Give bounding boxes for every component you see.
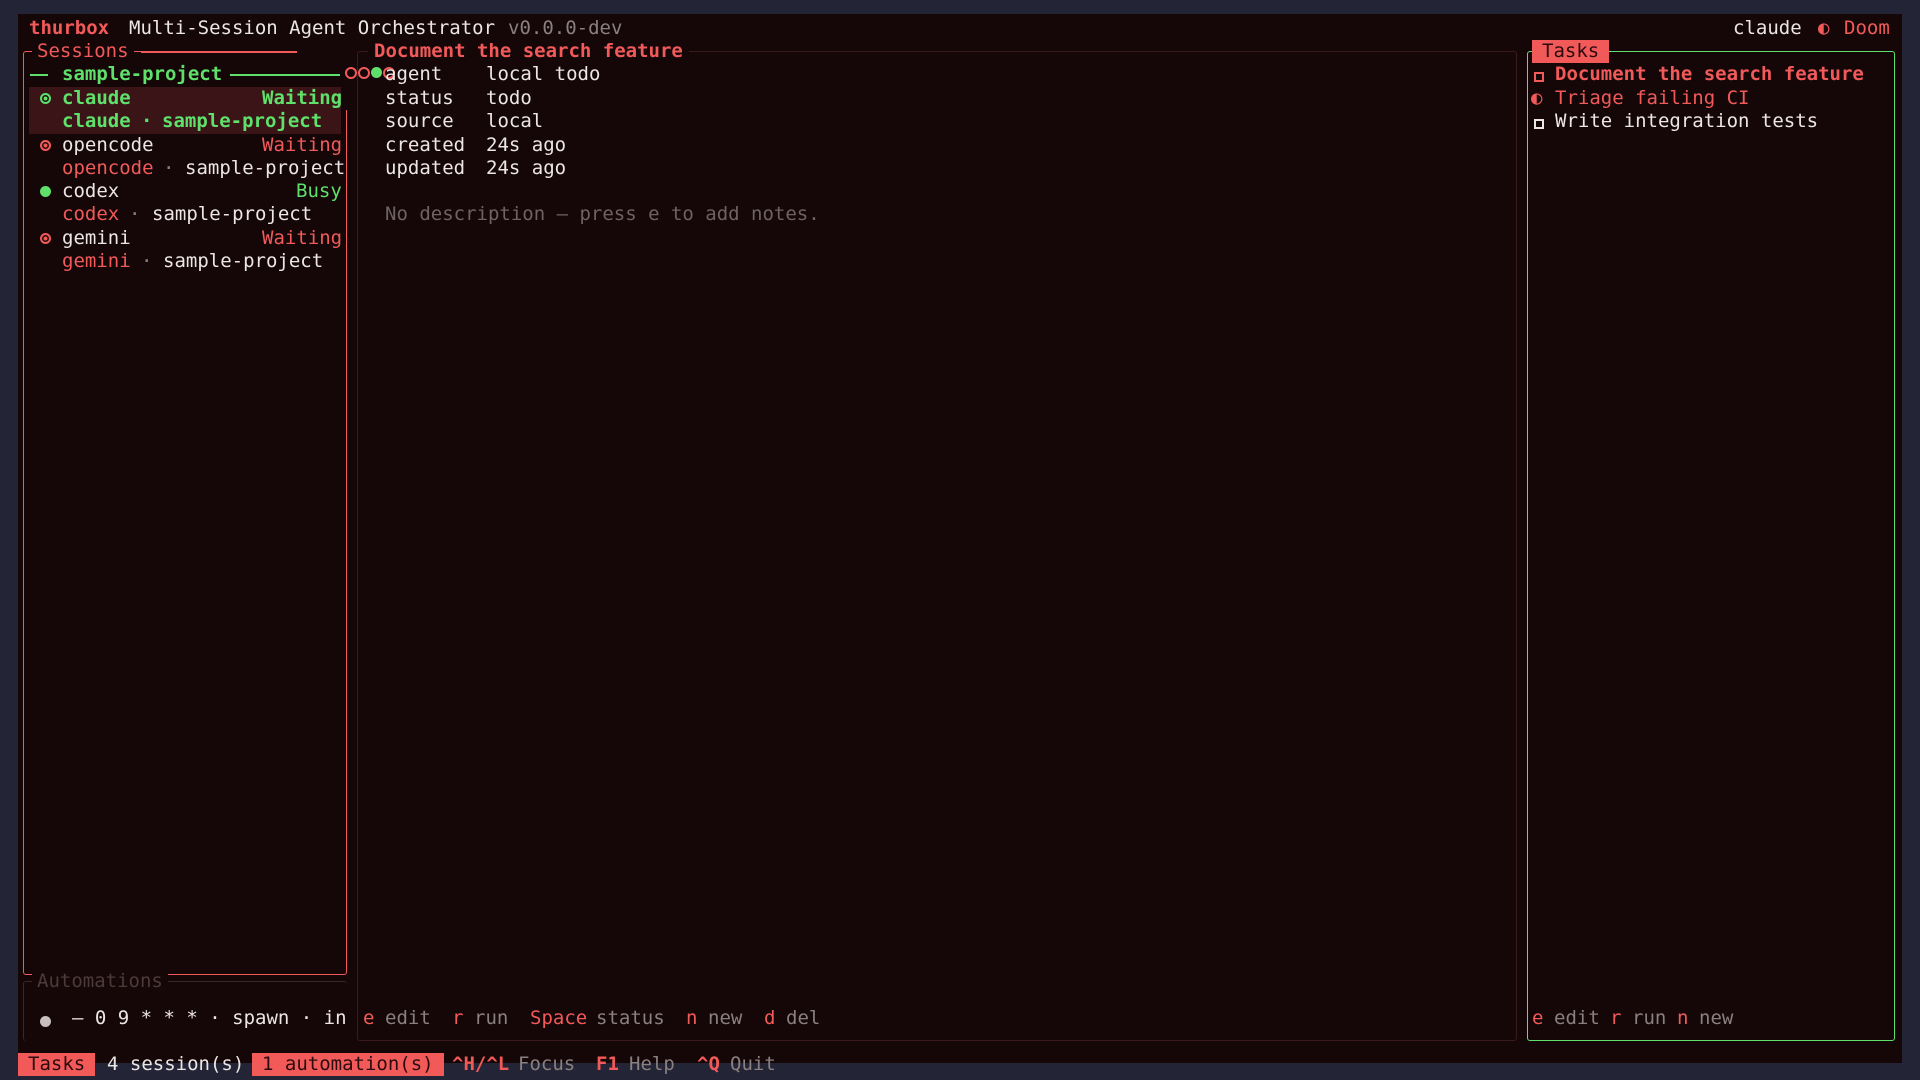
help-label: Help [629, 1053, 675, 1075]
automation-schedule[interactable]: — 0 9 * * * · spawn · in [72, 1007, 347, 1030]
session-separator: · [163, 157, 175, 179]
session-status: Waiting [262, 134, 343, 156]
automations-title: Automations [32, 970, 168, 994]
session-status: Waiting [262, 227, 343, 249]
app-subtitle: Multi-Session Agent Orchestrator [129, 17, 496, 39]
session-agent: codex [62, 203, 120, 225]
shortcut-key: e [363, 1007, 375, 1029]
new-shortcut[interactable]: new [708, 1007, 742, 1030]
focus-key: ^H/^L [452, 1053, 510, 1075]
field-key: agent [385, 63, 443, 85]
session-name: gemini [62, 227, 131, 249]
session-separator: · [141, 250, 153, 272]
session-separator: · [129, 203, 141, 225]
new-shortcut[interactable]: new [1699, 1007, 1733, 1030]
automation-count[interactable]: 1 automation(s) [252, 1053, 444, 1077]
session-agent: claude [62, 110, 131, 132]
session-status-icon [40, 140, 51, 151]
task-label: Document the search feature [1555, 63, 1864, 85]
tasks-panel[interactable] [1527, 51, 1895, 1041]
shortcut-key: d [764, 1007, 776, 1029]
session-status: Busy [296, 180, 342, 202]
session-name: opencode [62, 134, 154, 156]
session-separator: · [141, 110, 153, 132]
status-shortcut[interactable]: status [596, 1007, 665, 1030]
session-project: sample-project [152, 203, 313, 225]
field-key: created [385, 134, 466, 156]
shortcut-key: n [1677, 1007, 1689, 1029]
run-shortcut[interactable]: run [1632, 1007, 1666, 1030]
field-value: 24s ago [486, 134, 567, 156]
waiting-dot-icon [344, 66, 357, 79]
mode-badge: Tasks [18, 1053, 96, 1077]
task-label: Write integration tests [1555, 110, 1819, 132]
shortcut-key: r [452, 1007, 464, 1029]
field-key: status [385, 87, 454, 109]
app-name: thurbox [29, 17, 110, 39]
theme-name[interactable]: Doom [1844, 17, 1890, 40]
shortcut-key: e [1532, 1007, 1544, 1029]
session-status-icon [40, 93, 51, 104]
square-icon [1534, 118, 1544, 129]
field-key: source [385, 110, 454, 132]
session-agent: opencode [62, 157, 154, 179]
session-status: Waiting [262, 87, 343, 109]
automation-status-icon [40, 1016, 51, 1027]
field-key: updated [385, 157, 466, 179]
field-value: local [486, 110, 544, 132]
detail-title: Document the search feature [368, 40, 689, 64]
terminal-window: thurbox Multi-Session Agent Orchestrator… [18, 14, 1902, 1077]
quit-label: Quit [730, 1053, 776, 1075]
square-icon [1534, 71, 1544, 82]
session-name: claude [62, 87, 131, 109]
task-detail-panel [357, 51, 1517, 1041]
focus-label: Focus [518, 1053, 576, 1075]
shortcut-key: r [1610, 1007, 1622, 1029]
quit-key: ^Q [697, 1053, 720, 1075]
session-project: sample-project [162, 110, 323, 132]
task-label: Triage failing CI [1555, 87, 1750, 109]
session-project: sample-project [185, 157, 346, 179]
session-project: sample-project [163, 250, 324, 272]
session-status-icon [40, 186, 51, 197]
shortcut-key: n [686, 1007, 698, 1029]
session-status-icon [40, 233, 51, 244]
run-shortcut[interactable]: run [474, 1007, 508, 1030]
description-placeholder: No description — press e to add notes. [385, 203, 820, 225]
session-agent: gemini [62, 250, 131, 272]
tasks-title: Tasks [1532, 40, 1610, 64]
help-key: F1 [596, 1053, 619, 1075]
edit-shortcut[interactable]: edit [1554, 1007, 1600, 1030]
theme-icon: ◐ [1818, 17, 1830, 39]
session-count: 4 session(s) [107, 1053, 245, 1075]
edit-shortcut[interactable]: edit [385, 1007, 431, 1030]
field-value: todo [486, 87, 532, 109]
shortcut-key: Space [530, 1007, 588, 1029]
field-value: 24s ago [486, 157, 567, 179]
app-version: v0.0.0-dev [508, 17, 623, 39]
session-name: codex [62, 180, 120, 202]
current-agent: claude [1733, 17, 1802, 39]
sessions-title: Sessions [32, 40, 134, 64]
half-circle-icon: ◐ [1531, 87, 1543, 109]
session-group-label[interactable]: sample-project [62, 63, 222, 86]
delete-shortcut[interactable]: del [786, 1007, 820, 1030]
field-value: local todo [486, 63, 601, 85]
